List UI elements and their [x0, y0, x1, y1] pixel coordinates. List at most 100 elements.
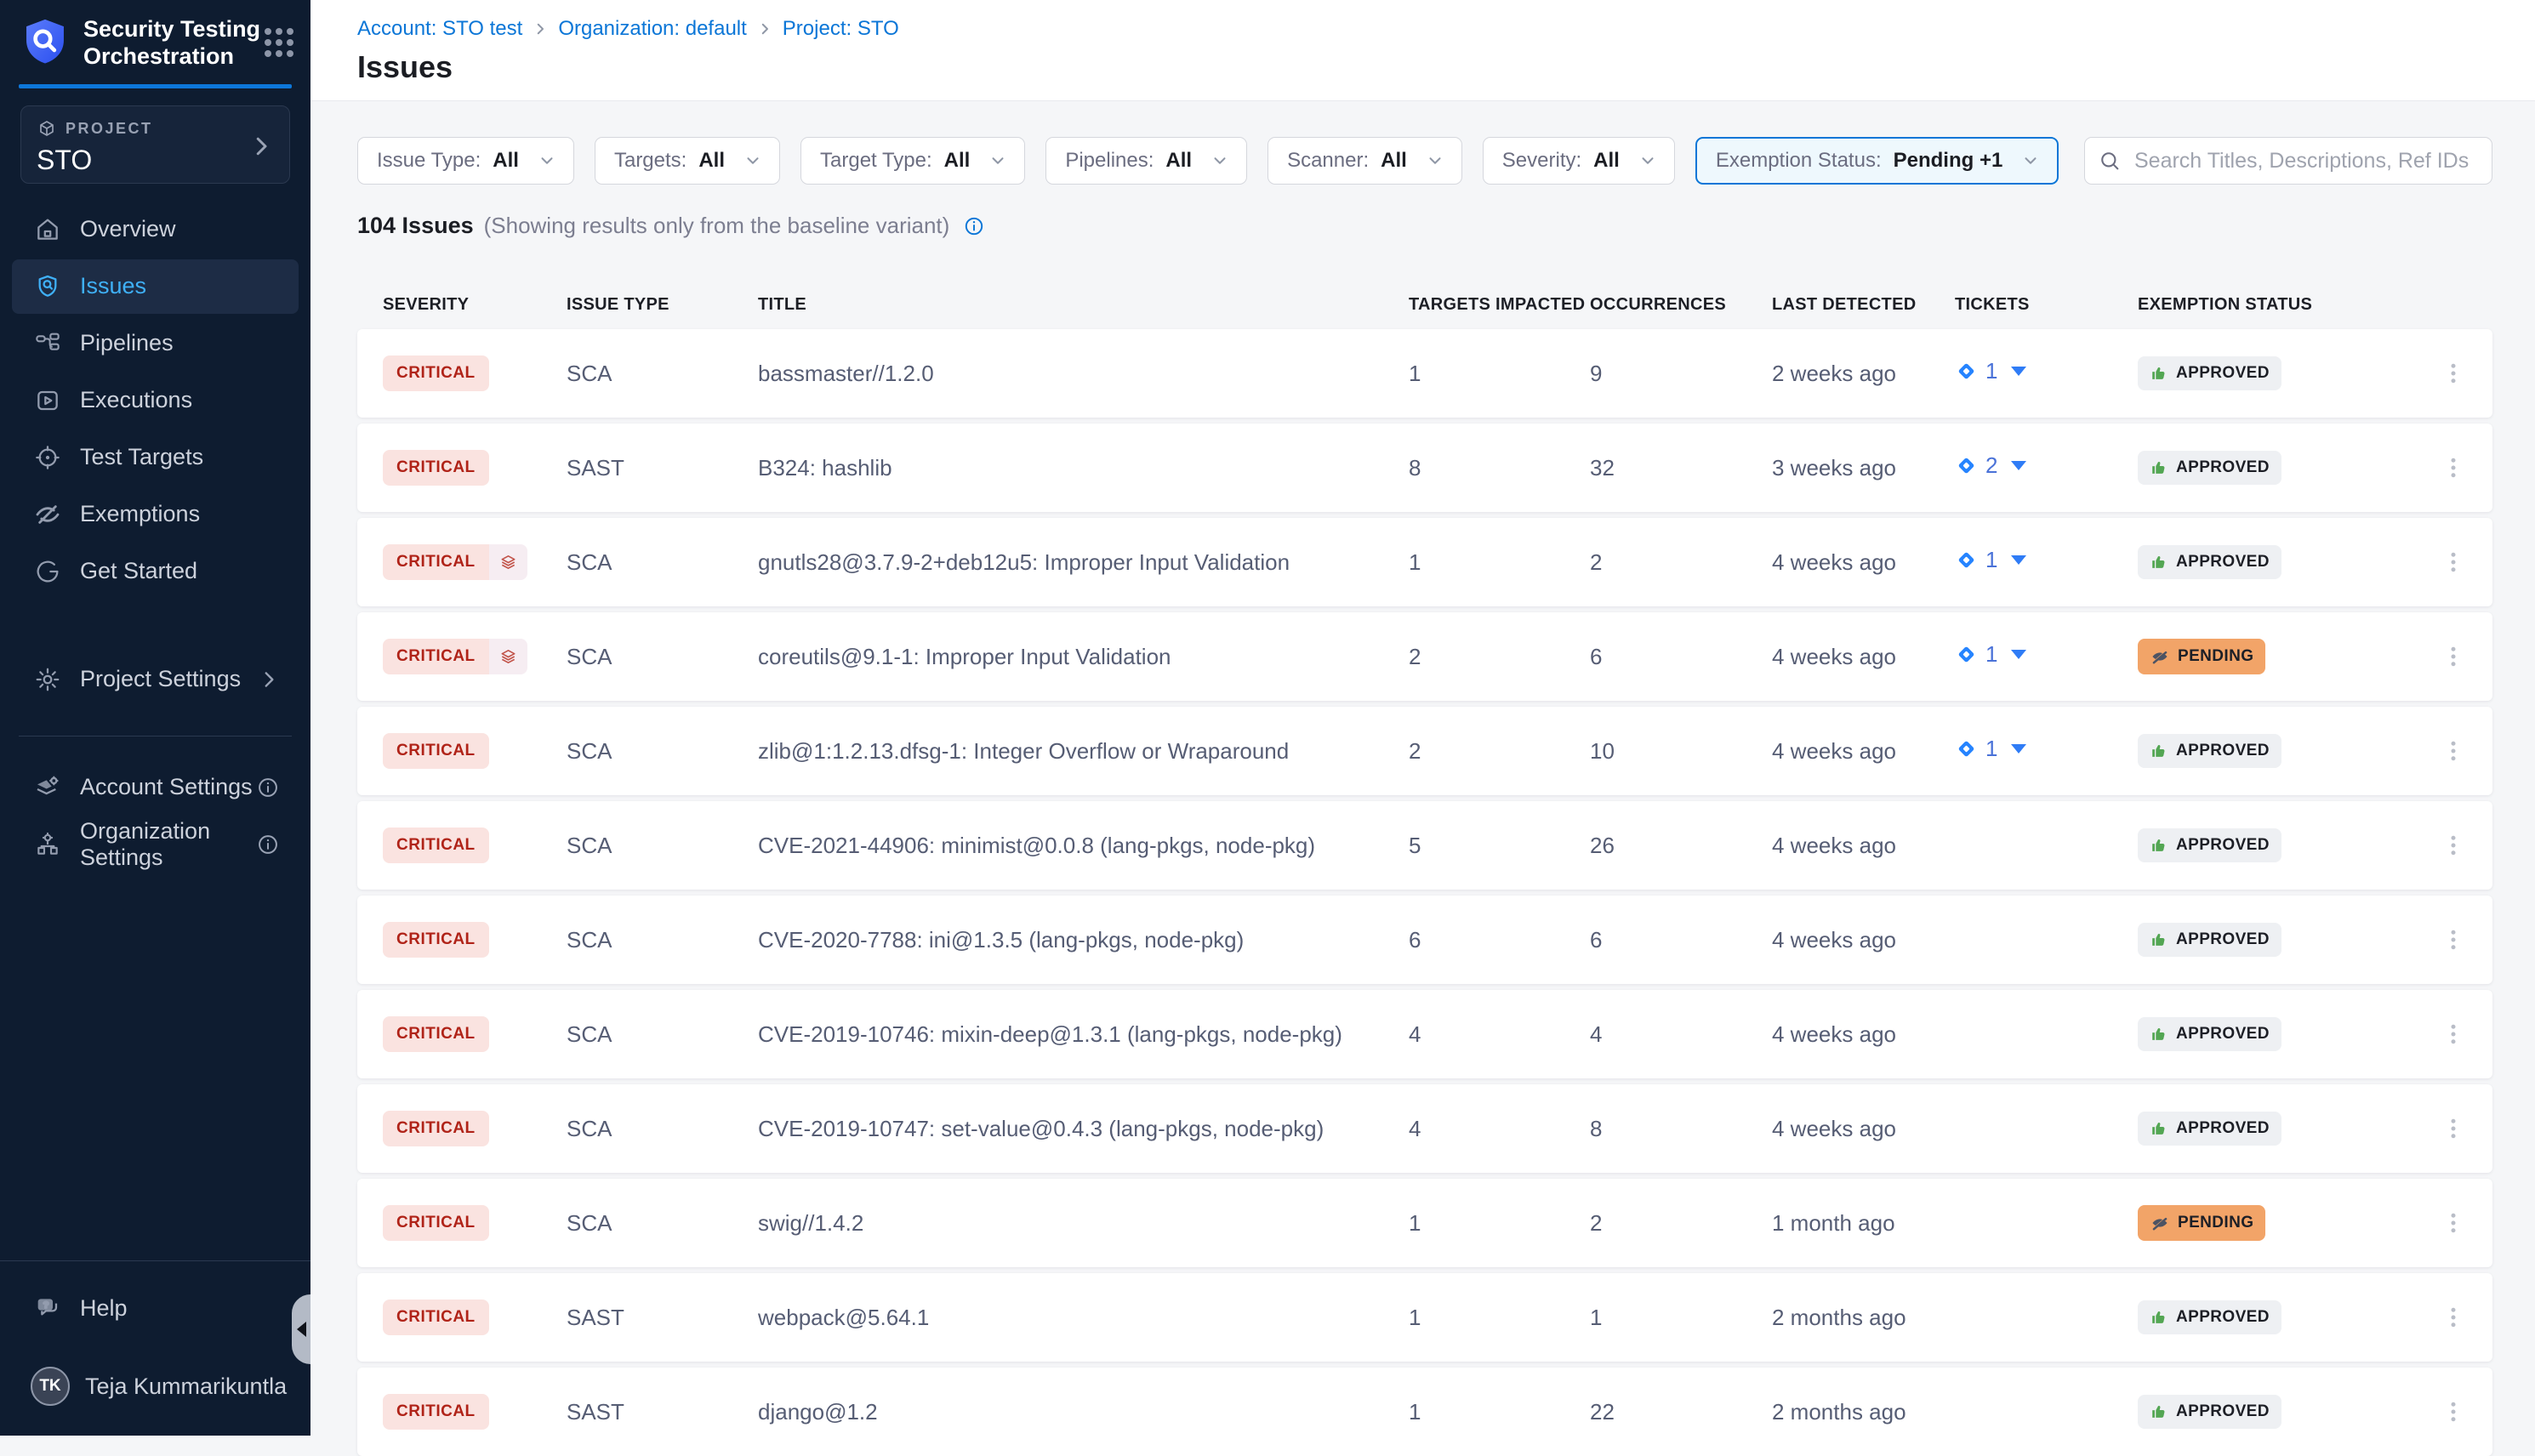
filter-target-type[interactable]: Target Type:All: [800, 137, 1025, 185]
row-menu-icon[interactable]: [2441, 833, 2466, 858]
issue-table-row[interactable]: CRITICAL SAST webpack@5.64.1 1 1 2 month…: [357, 1273, 2492, 1362]
search-input[interactable]: [2084, 137, 2492, 185]
sidebar-item-get-started[interactable]: Get Started: [12, 544, 299, 599]
sidebar-item-test-targets[interactable]: Test Targets: [12, 430, 299, 485]
info-icon[interactable]: [256, 833, 280, 856]
sidebar-item-organization-settings[interactable]: Organization Settings: [12, 817, 299, 872]
issue-table-row[interactable]: CRITICAL SCA swig//1.4.2 1 2 1 month ago…: [357, 1179, 2492, 1267]
row-menu-icon[interactable]: [2441, 1116, 2466, 1141]
row-menu-icon[interactable]: [2441, 549, 2466, 575]
sidebar-item-pipelines[interactable]: Pipelines: [12, 316, 299, 371]
issues-count: 104 Issues: [357, 213, 474, 239]
issue-type: SAST: [567, 1399, 758, 1425]
ticket-link[interactable]: 2: [1955, 452, 2026, 479]
filter-severity[interactable]: Severity:All: [1483, 137, 1675, 185]
row-menu-icon[interactable]: [2441, 1399, 2466, 1425]
main-content: Account: STO test Organization: default …: [310, 0, 2535, 1436]
sidebar-item-help[interactable]: ? Help: [12, 1281, 299, 1335]
thumbs-up-icon: [2150, 742, 2168, 760]
issue-title[interactable]: django@1.2: [758, 1399, 1409, 1425]
info-icon[interactable]: [963, 215, 985, 237]
targets-impacted: 1: [1409, 1399, 1590, 1425]
chevron-right-icon: [248, 134, 274, 159]
issue-type: SCA: [567, 833, 758, 859]
issue-table-row[interactable]: CRITICAL SCA CVE-2019-10746: mixin-deep@…: [357, 990, 2492, 1078]
issue-title[interactable]: CVE-2019-10747: set-value@0.4.3 (lang-pk…: [758, 1116, 1409, 1142]
issue-table-row[interactable]: CRITICAL SCA CVE-2021-44906: minimist@0.…: [357, 801, 2492, 890]
ticket-link[interactable]: 1: [1955, 736, 2026, 762]
user-menu[interactable]: TK Teja Kummarikuntla: [12, 1359, 299, 1413]
column-header-last-detected: LAST DETECTED: [1772, 295, 1955, 315]
issue-title[interactable]: CVE-2020-7788: ini@1.3.5 (lang-pkgs, nod…: [758, 927, 1409, 953]
issue-type: SCA: [567, 1116, 758, 1142]
ticket-caret-down-icon: [2011, 555, 2026, 565]
sidebar-collapse-handle[interactable]: [292, 1294, 310, 1364]
issue-title[interactable]: B324: hashlib: [758, 455, 1409, 481]
ticket-link[interactable]: 1: [1955, 547, 2026, 573]
row-menu-icon[interactable]: [2441, 1305, 2466, 1330]
sidebar: Security Testing Orchestration PROJECT S…: [0, 0, 310, 1436]
occurrences: 6: [1590, 927, 1772, 953]
issue-table-row[interactable]: CRITICAL SCA bassmaster//1.2.0 1 9 2 wee…: [357, 329, 2492, 418]
layers-gear-icon: [34, 774, 61, 801]
issue-title[interactable]: webpack@5.64.1: [758, 1305, 1409, 1331]
row-menu-icon[interactable]: [2441, 1021, 2466, 1047]
module-switcher-icon[interactable]: [265, 28, 293, 57]
severity-badge: CRITICAL: [383, 1016, 489, 1052]
ticket-link[interactable]: 1: [1955, 641, 2026, 668]
severity-badge: CRITICAL: [383, 1394, 489, 1430]
occurrences: 22: [1590, 1399, 1772, 1425]
occurrences: 6: [1590, 644, 1772, 670]
row-menu-icon[interactable]: [2441, 927, 2466, 953]
sidebar-item-overview[interactable]: Overview: [12, 202, 299, 257]
ticket-link[interactable]: 1: [1955, 358, 2026, 384]
row-menu-icon[interactable]: [2441, 644, 2466, 669]
row-menu-icon[interactable]: [2441, 1210, 2466, 1236]
row-menu-icon[interactable]: [2441, 738, 2466, 764]
last-detected: 4 weeks ago: [1772, 549, 1955, 576]
issue-title[interactable]: coreutils@9.1-1: Improper Input Validati…: [758, 644, 1409, 670]
pipelines-icon: [34, 330, 61, 357]
breadcrumb-project-link[interactable]: Project: STO: [783, 17, 899, 41]
chevron-down-icon: [538, 151, 556, 170]
sidebar-item-project-settings[interactable]: Project Settings: [12, 652, 299, 707]
exemption-status-badge: PENDING: [2138, 1205, 2265, 1241]
issue-table-row[interactable]: CRITICAL SCA CVE-2019-10747: set-value@0…: [357, 1084, 2492, 1173]
sidebar-item-exemptions[interactable]: Exemptions: [12, 487, 299, 542]
issue-table-row[interactable]: CRITICAL SAST django@1.2 1 22 2 months a…: [357, 1368, 2492, 1456]
breadcrumb-organization-link[interactable]: Organization: default: [558, 17, 746, 41]
thumbs-up-icon: [2150, 553, 2168, 572]
issue-table-row[interactable]: CRITICAL SCA CVE-2020-7788: ini@1.3.5 (l…: [357, 896, 2492, 984]
row-menu-icon[interactable]: [2441, 361, 2466, 386]
issue-title[interactable]: gnutls28@3.7.9-2+deb12u5: Improper Input…: [758, 549, 1409, 576]
last-detected: 4 weeks ago: [1772, 1116, 1955, 1142]
issue-table-row[interactable]: CRITICAL SCA coreutils@9.1-1: Improper I…: [357, 612, 2492, 701]
issue-table-row[interactable]: CRITICAL SAST B324: hashlib 8 32 3 weeks…: [357, 424, 2492, 512]
issue-table-row[interactable]: CRITICAL SCA gnutls28@3.7.9-2+deb12u5: I…: [357, 518, 2492, 606]
filter-issue-type[interactable]: Issue Type:All: [357, 137, 574, 185]
breadcrumb-account-link[interactable]: Account: STO test: [357, 17, 522, 41]
sidebar-item-issues[interactable]: Issues: [12, 259, 299, 314]
thumbs-up-icon: [2150, 1025, 2168, 1044]
filter-exemption-status[interactable]: Exemption Status:Pending +1: [1695, 137, 2059, 185]
filter-targets[interactable]: Targets:All: [595, 137, 780, 185]
sidebar-item-account-settings[interactable]: Account Settings: [12, 760, 299, 815]
target-icon: [34, 444, 61, 471]
issue-title[interactable]: CVE-2019-10746: mixin-deep@1.3.1 (lang-p…: [758, 1021, 1409, 1048]
project-selector[interactable]: PROJECT STO: [20, 105, 290, 184]
info-icon[interactable]: [256, 776, 280, 799]
filter-pipelines[interactable]: Pipelines:All: [1045, 137, 1247, 185]
issue-table-row[interactable]: CRITICAL SCA zlib@1:1.2.13.dfsg-1: Integ…: [357, 707, 2492, 795]
issue-title[interactable]: bassmaster//1.2.0: [758, 361, 1409, 387]
page-title: Issues: [357, 49, 2535, 85]
targets-impacted: 1: [1409, 1305, 1590, 1331]
sidebar-item-executions[interactable]: Executions: [12, 373, 299, 428]
issue-title[interactable]: zlib@1:1.2.13.dfsg-1: Integer Overflow o…: [758, 738, 1409, 765]
issue-type: SCA: [567, 927, 758, 953]
targets-impacted: 1: [1409, 361, 1590, 387]
issue-title[interactable]: CVE-2021-44906: minimist@0.0.8 (lang-pkg…: [758, 833, 1409, 859]
severity-badge: CRITICAL: [383, 1205, 489, 1241]
issue-title[interactable]: swig//1.4.2: [758, 1210, 1409, 1237]
row-menu-icon[interactable]: [2441, 455, 2466, 481]
filter-scanner[interactable]: Scanner:All: [1268, 137, 1462, 185]
